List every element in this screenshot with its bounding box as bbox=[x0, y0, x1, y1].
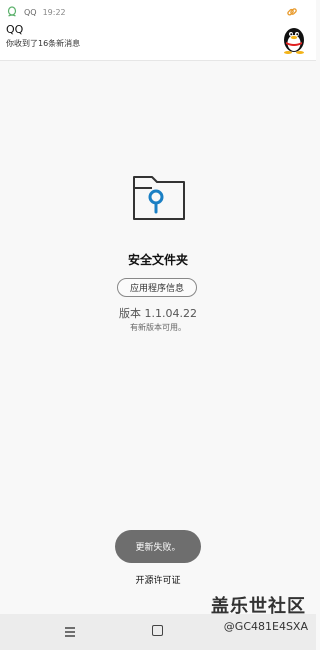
update-failed-toast: 更新失败。 bbox=[115, 530, 201, 563]
recent-apps-icon[interactable] bbox=[63, 626, 77, 638]
notification-card[interactable]: QQ 19:22 QQ 你收到了16条新消息 bbox=[0, 0, 316, 61]
app-title: 安全文件夹 bbox=[127, 253, 188, 267]
watermark-title: 盖乐世社区 bbox=[211, 596, 306, 617]
home-icon[interactable] bbox=[152, 625, 163, 636]
notification-app-name: QQ bbox=[24, 7, 37, 17]
watermark-user: @GC481E4SXA bbox=[223, 620, 308, 633]
qq-app-icon bbox=[7, 6, 17, 17]
notification-title: QQ bbox=[6, 23, 24, 36]
notification-time: 19:22 bbox=[42, 7, 66, 17]
notification-header: QQ 19:22 bbox=[6, 6, 66, 18]
qq-penguin-avatar[interactable] bbox=[282, 24, 306, 54]
secure-folder-icon bbox=[133, 176, 185, 220]
version-text: 版本 1.1.04.22 bbox=[119, 307, 197, 320]
app-info-button[interactable]: 应用程序信息 bbox=[117, 278, 197, 297]
update-available-text: 有新版本可用。 bbox=[130, 323, 186, 332]
open-source-license-link[interactable]: 开源许可证 bbox=[0, 573, 316, 586]
link-icon[interactable] bbox=[286, 6, 298, 18]
notification-text: 你收到了16条新消息 bbox=[6, 39, 81, 48]
